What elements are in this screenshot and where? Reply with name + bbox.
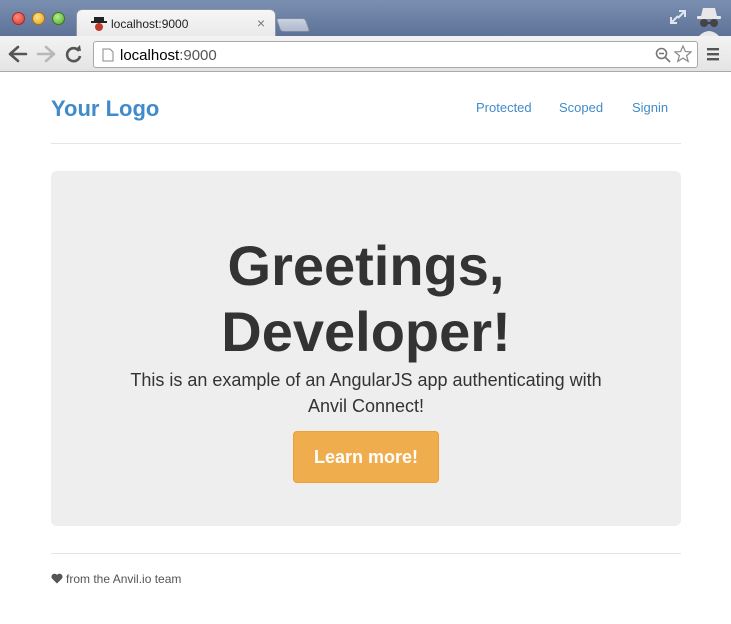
incognito-icon [697,8,721,36]
jumbotron-heading: Greetings, Developer! [51,233,681,365]
browser-titlebar: localhost:9000 × [0,0,731,37]
reload-icon[interactable] [64,45,84,63]
nav-link-scoped[interactable]: Scoped [559,100,603,115]
jumbotron: Greetings, Developer! This is an example… [51,171,681,526]
footer: from the Anvil.io team [51,572,181,586]
heart-icon [51,573,63,584]
favicon-icon [91,17,107,31]
browser-toolbar: localhost:9000 [0,36,731,72]
heading-line-2: Developer! [221,300,511,363]
url-host: localhost [120,47,180,64]
tab-title: localhost:9000 [111,17,189,31]
menu-icon[interactable] [705,46,721,62]
expand-icon[interactable] [670,10,686,24]
brand-logo[interactable]: Your Logo [51,96,159,122]
header-divider [51,143,681,144]
star-icon[interactable] [674,45,692,63]
footer-divider [51,553,681,554]
tab-localhost[interactable]: localhost:9000 × [76,9,276,37]
jumbotron-lead: This is an example of an AngularJS app a… [130,370,602,416]
heading-line-1: Greetings, [227,234,505,297]
nav-link-protected[interactable]: Protected [476,100,532,115]
back-icon[interactable] [8,45,28,63]
nav-link-signin[interactable]: Signin [632,100,668,115]
address-bar[interactable]: localhost:9000 [93,41,698,68]
forward-icon[interactable] [36,45,56,63]
url-port: :9000 [179,47,217,64]
minimize-window-button[interactable] [32,12,45,25]
zoom-window-button[interactable] [52,12,65,25]
footer-text: from the Anvil.io team [66,572,182,586]
page-icon [102,48,114,62]
new-tab-button[interactable] [275,18,311,32]
tab-close-icon[interactable]: × [257,15,265,31]
zoom-icon[interactable] [655,47,671,63]
url-text[interactable]: localhost:9000 [120,47,217,64]
learn-more-button[interactable]: Learn more! [293,431,439,483]
page-content: Your Logo Protected Scoped Signin Greeti… [0,73,731,624]
close-window-button[interactable] [12,12,25,25]
